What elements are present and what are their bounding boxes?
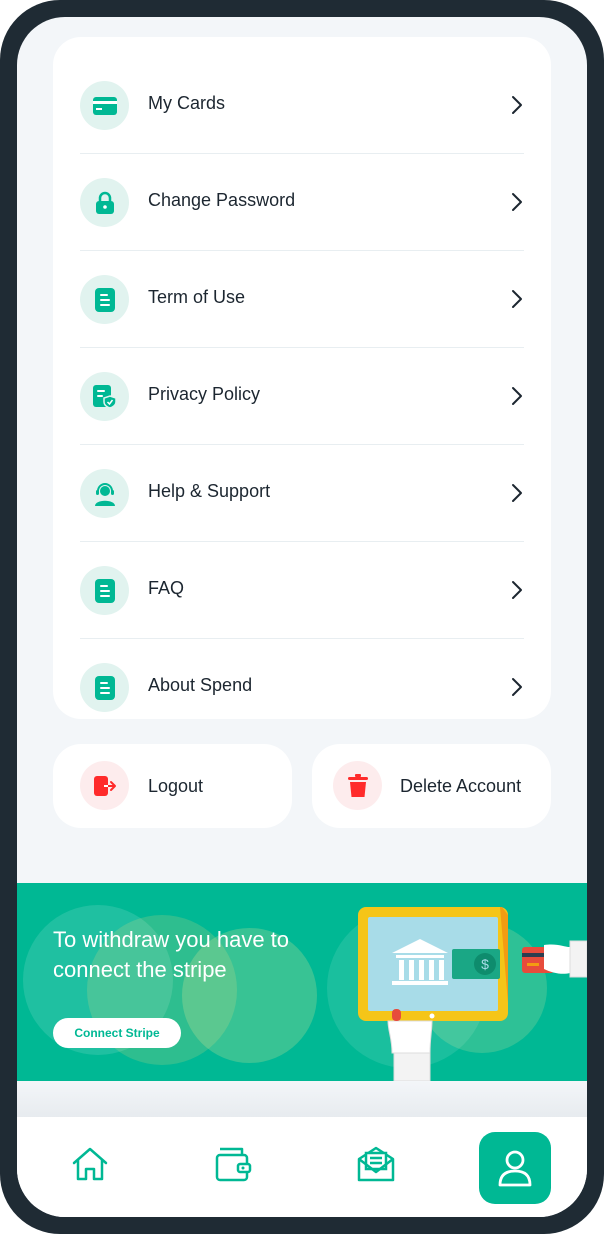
wallet-icon [215, 1147, 252, 1182]
menu-item-label: Change Password [148, 190, 296, 210]
logout-label: Logout [148, 776, 204, 796]
mail-icon [357, 1146, 395, 1182]
menu-item-about-spend[interactable]: About Spend [80, 639, 524, 736]
logout-icon [80, 761, 129, 810]
tab-profile[interactable] [479, 1132, 551, 1204]
tablet-payment-illustration: $ [358, 907, 587, 1081]
menu-item-label: My Cards [148, 93, 226, 113]
tab-wallet[interactable] [204, 1135, 262, 1193]
document-icon [80, 663, 129, 712]
document-icon [80, 566, 129, 615]
chevron-right-icon [512, 678, 522, 696]
menu-item-faq[interactable]: FAQ [80, 542, 524, 639]
menu-item-label: FAQ [148, 578, 185, 598]
phone-frame: My Cards Change Password Term of Use Pri… [0, 0, 604, 1234]
stripe-banner: To withdraw you have to connect the stri… [17, 883, 587, 1081]
menu-item-privacy-policy[interactable]: Privacy Policy [80, 348, 524, 445]
bottom-tab-bar [17, 1117, 587, 1217]
menu-item-help-support[interactable]: Help & Support [80, 445, 524, 542]
privacy-document-icon [80, 372, 129, 421]
logout-button[interactable]: Logout [53, 744, 292, 828]
tabbar-shadow [17, 1081, 587, 1121]
tab-messages[interactable] [347, 1135, 405, 1193]
menu-item-label: About Spend [148, 675, 253, 695]
chevron-right-icon [512, 484, 522, 502]
card-icon [80, 81, 129, 130]
profile-icon [498, 1150, 532, 1187]
delete-account-label: Delete Account [400, 776, 522, 796]
menu-item-label: Help & Support [148, 481, 271, 501]
banner-text: To withdraw you have to connect the stri… [53, 927, 290, 982]
chevron-right-icon [512, 581, 522, 599]
menu-item-label: Privacy Policy [148, 384, 261, 404]
delete-account-button[interactable]: Delete Account [312, 744, 551, 828]
chevron-right-icon [512, 290, 522, 308]
chevron-right-icon [512, 387, 522, 405]
chevron-right-icon [512, 96, 522, 114]
home-icon [72, 1147, 108, 1181]
connect-stripe-button[interactable]: Connect Stripe [53, 1018, 181, 1048]
support-agent-icon [80, 469, 129, 518]
lock-icon [80, 178, 129, 227]
menu-item-label: Term of Use [148, 287, 246, 307]
screen: My Cards Change Password Term of Use Pri… [17, 17, 587, 1217]
document-icon [80, 275, 129, 324]
chevron-right-icon [512, 193, 522, 211]
menu-item-change-password[interactable]: Change Password [80, 154, 524, 251]
tab-home[interactable] [61, 1135, 119, 1193]
svg-text:$: $ [481, 956, 489, 972]
trash-icon [333, 761, 382, 810]
menu-item-term-of-use[interactable]: Term of Use [80, 251, 524, 348]
menu-item-my-cards[interactable]: My Cards [80, 57, 524, 154]
settings-menu: My Cards Change Password Term of Use Pri… [53, 37, 551, 719]
